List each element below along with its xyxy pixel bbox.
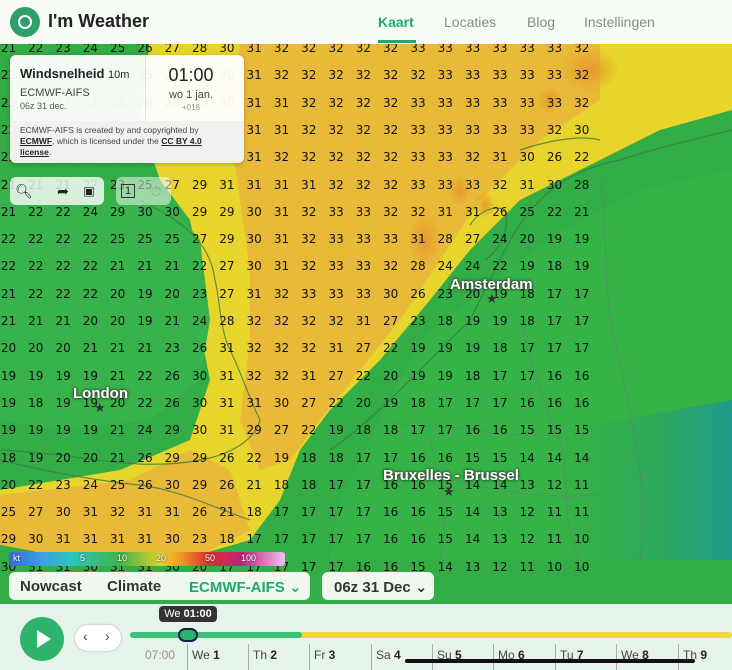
day-separator [493,644,494,670]
chevron-left-icon[interactable]: ‹ [83,628,88,644]
day-separator [616,644,617,670]
day-separator [371,644,372,670]
top-navigation-bar: I'm Weather Kaart Locaties Blog Instelli… [0,0,732,44]
forecast-date: wo 1 jan. [168,89,214,101]
city-label-brussels: Bruxelles - Brussel [383,467,519,484]
timeline-day[interactable]: Th 2 [253,648,277,662]
tab-climate[interactable]: Climate [107,578,161,595]
legend-unit: kt [13,553,21,563]
camera-icon[interactable]: ▣ [79,181,99,201]
nav-active-indicator [378,40,416,43]
forecast-offset: +018 [181,103,201,112]
legend-tick-20: 20 [156,553,167,563]
nav-locaties[interactable]: Locaties [444,14,496,30]
nav-instellingen[interactable]: Instellingen [584,14,655,30]
london-marker-icon: ★ [94,400,106,415]
timeline-start: 07:00 [145,648,176,662]
layer-model: ECMWF-AIFS [20,87,90,99]
day-separator [248,644,249,670]
credits-text: ECMWF-AIFS is created by and copyrighted… [10,121,244,163]
timeline-progress [130,632,302,638]
run-selector[interactable]: 06z 31 Dec ⌄ [322,572,434,600]
legend-tick-100: 100 [241,553,257,563]
horizontal-scrollbar[interactable] [405,659,695,663]
tab-ecmwf-aifs[interactable]: ECMWF-AIFS ⌄ [189,578,302,596]
timeline-day[interactable]: Sa 4 [376,648,401,662]
time-tooltip: We 01:00 [159,606,217,622]
play-icon[interactable] [20,617,64,661]
chevron-right-icon[interactable]: › [105,628,110,644]
timeline-day[interactable]: Fr 3 [314,648,335,662]
day-separator [309,644,310,670]
legend-tick-50: 50 [205,553,216,563]
nav-kaart[interactable]: Kaart [378,14,414,30]
share-icon[interactable]: ➦ [53,181,73,201]
tab-nowcast[interactable]: Nowcast [20,578,82,595]
timeline-bar: ‹ › We 01:00 07:00 We 1 Th 2 Fr 3 Sa 4 Su 5M… [0,604,732,670]
wind-speed-legend: kt 5 10 20 50 100 [9,552,285,566]
forecast-time: 01:00 [168,65,214,85]
day-separator [555,644,556,670]
layer-run: 06z 31 dec. [20,101,67,111]
brussels-marker-icon: ★ [443,484,455,499]
day-separator [432,644,433,670]
layer-title[interactable]: Windsnelheid 10m [20,66,129,81]
extra-tools: 1 ⏱︎ [116,177,171,205]
layer-1-icon[interactable]: 1 [121,184,135,198]
timer-icon[interactable]: ⏱︎ [146,181,166,201]
app-brand[interactable]: I'm Weather [48,11,149,32]
timeline-handle[interactable] [178,628,198,642]
day-separator [187,644,188,670]
logo-icon[interactable] [10,7,40,37]
legend-tick-10: 10 [117,553,128,563]
ecmwf-link[interactable]: ECMWF [20,136,52,146]
legend-tick-5: 5 [80,553,86,563]
map-tools: 🔍︎ ➦ ▣ [10,177,104,205]
search-icon[interactable]: 🔍︎ [14,181,34,201]
day-separator [678,644,679,670]
nav-blog[interactable]: Blog [527,14,555,30]
model-tabs: Nowcast Climate ECMWF-AIFS ⌄ [9,572,310,600]
amsterdam-marker-icon: ★ [486,291,498,306]
timeline-day[interactable]: We 1 [192,648,220,662]
layer-info-panel: Windsnelheid 10m ECMWF-AIFS 06z 31 dec. … [10,55,244,163]
step-controls: ‹ › [75,625,121,651]
